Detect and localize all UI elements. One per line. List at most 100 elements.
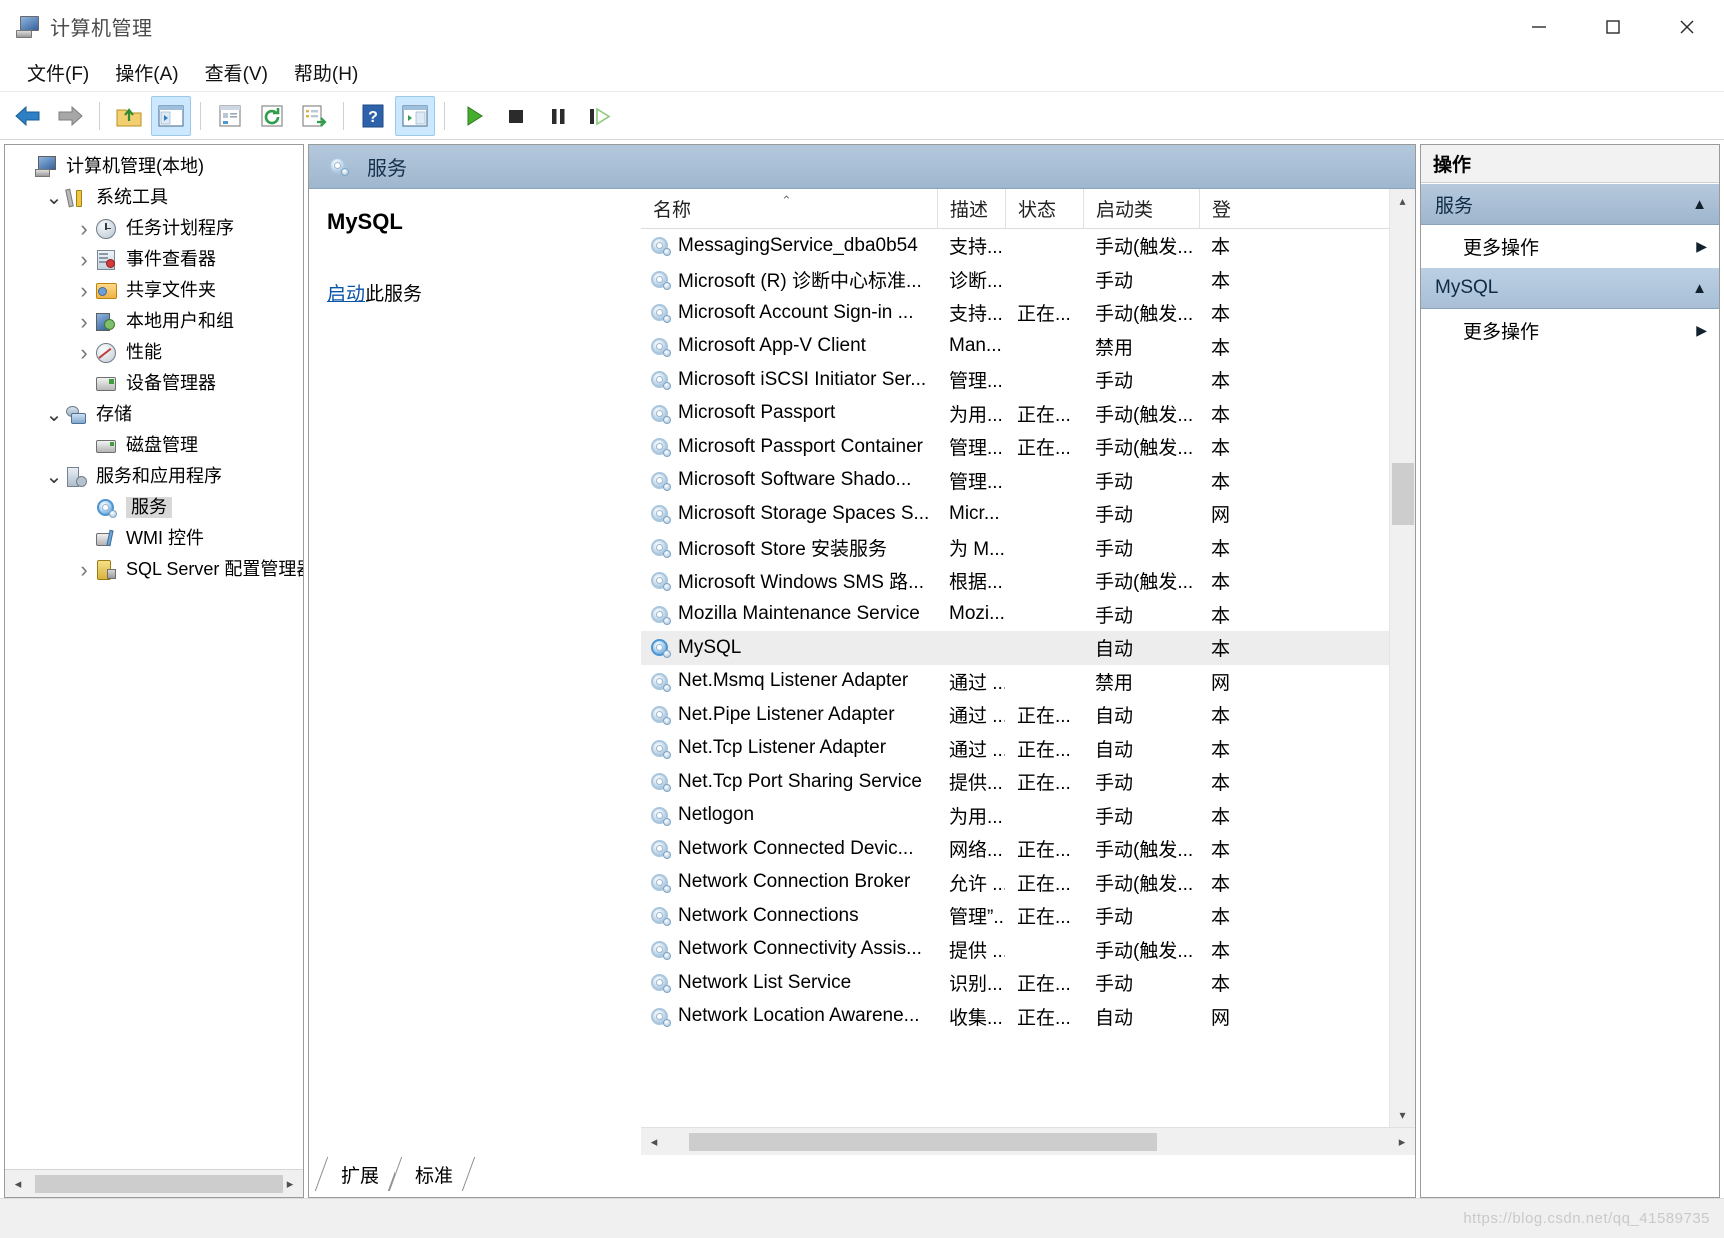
- tree-node-performance[interactable]: 性能: [5, 337, 303, 368]
- minimize-button[interactable]: [1502, 0, 1576, 54]
- chevron-up-icon[interactable]: ▲: [1692, 196, 1707, 213]
- service-row[interactable]: Network Connectivity Assis... 提供 ... 手动(触发…: [641, 933, 1389, 967]
- tree-node-event-viewer[interactable]: 事件查看器: [5, 244, 303, 275]
- tree-scroll-track[interactable]: [31, 1170, 283, 1197]
- chevron-down-icon[interactable]: [43, 472, 65, 482]
- export-list-button[interactable]: [294, 96, 334, 136]
- tab-extended[interactable]: 扩展: [321, 1157, 396, 1191]
- help-button[interactable]: ?: [353, 96, 393, 136]
- list-hscroll-track[interactable]: [667, 1129, 1389, 1155]
- service-row[interactable]: Microsoft App-V Client Man... 禁用 本: [641, 330, 1389, 364]
- tree-node-task-scheduler[interactable]: 任务计划程序: [5, 213, 303, 244]
- tree-node-computer-management[interactable]: 计算机管理(本地): [5, 151, 303, 182]
- services-list-horizontal-scrollbar[interactable]: ◂ ▸: [641, 1127, 1415, 1155]
- service-row[interactable]: Microsoft iSCSI Initiator Ser... 管理... 手动 本: [641, 363, 1389, 397]
- view-tabs[interactable]: 扩展 标准: [309, 1157, 1415, 1197]
- service-row[interactable]: Microsoft Windows SMS 路... 根据... 手动(触发... 本: [641, 564, 1389, 598]
- chevron-down-icon[interactable]: [43, 410, 65, 420]
- action-more-actions-services[interactable]: 更多操作 ▶: [1421, 225, 1719, 267]
- service-row[interactable]: Microsoft Store 安装服务 为 M... 手动 本: [641, 531, 1389, 565]
- tree-node-services-and-apps[interactable]: 服务和应用程序: [5, 461, 303, 492]
- chevron-right-icon[interactable]: [73, 309, 95, 335]
- tree-horizontal-scrollbar[interactable]: ◂ ▸: [5, 1169, 303, 1197]
- column-header-desc[interactable]: 描述: [937, 189, 1005, 228]
- tree-node-wmi-control[interactable]: WMI 控件: [5, 523, 303, 554]
- chevron-right-icon[interactable]: [73, 340, 95, 366]
- start-service-button[interactable]: [454, 96, 494, 136]
- chevron-up-icon[interactable]: ▲: [1692, 280, 1707, 297]
- service-row[interactable]: Microsoft Software Shado... 管理... 手动 本: [641, 464, 1389, 498]
- service-row[interactable]: Mozilla Maintenance Service Mozi... 手动 本: [641, 598, 1389, 632]
- chevron-right-icon[interactable]: [73, 278, 95, 304]
- forward-button[interactable]: [50, 96, 90, 136]
- menu-view[interactable]: 查看(V): [192, 56, 281, 89]
- service-row[interactable]: Network Connections 管理”... 正在... 手动 本: [641, 899, 1389, 933]
- console-tree[interactable]: 计算机管理(本地) 系统工具任务计划程序事件查看器共享文件夹本地用户和组性能设备管…: [5, 145, 303, 1169]
- service-row[interactable]: Netlogon 为用... 手动 本: [641, 799, 1389, 833]
- chevron-right-icon[interactable]: [73, 216, 95, 242]
- back-button[interactable]: [8, 96, 48, 136]
- list-hscroll-thumb[interactable]: [689, 1132, 1157, 1151]
- menu-help[interactable]: 帮助(H): [281, 56, 371, 89]
- column-header-state[interactable]: 状态: [1005, 189, 1083, 228]
- service-row[interactable]: Net.Msmq Listener Adapter 通过 ... 禁用 网: [641, 665, 1389, 699]
- service-row[interactable]: Net.Pipe Listener Adapter 通过 ... 正在... 自动 本: [641, 698, 1389, 732]
- service-row[interactable]: Microsoft Passport Container 管理... 正在... 手动…: [641, 430, 1389, 464]
- service-row[interactable]: Network Connected Devic... 网络... 正在... 手动(触…: [641, 832, 1389, 866]
- tree-node-shared-folders[interactable]: 共享文件夹: [5, 275, 303, 306]
- service-row[interactable]: Microsoft Account Sign-in ... 支持... 正在... 手…: [641, 296, 1389, 330]
- maximize-button[interactable]: [1576, 0, 1650, 54]
- list-hscroll-left-arrow[interactable]: ◂: [641, 1128, 667, 1155]
- list-scroll-down-arrow[interactable]: ▾: [1390, 1103, 1415, 1127]
- chevron-down-icon[interactable]: [43, 193, 65, 203]
- services-list-vertical-scrollbar[interactable]: ▴ ▾: [1389, 189, 1415, 1127]
- tree-node-local-users-groups[interactable]: 本地用户和组: [5, 306, 303, 337]
- tree-node-disk-management[interactable]: 磁盘管理: [5, 430, 303, 461]
- restart-service-button[interactable]: [580, 96, 620, 136]
- list-scroll-thumb[interactable]: [1392, 463, 1414, 525]
- service-row[interactable]: Network Location Awarene... 收集... 正在... 自动 网: [641, 1000, 1389, 1034]
- services-list-rows[interactable]: MessagingService_dba0b54 支持... 手动(触发... 本 Mi…: [641, 229, 1389, 1127]
- tab-standard[interactable]: 标准: [395, 1157, 470, 1191]
- chevron-right-icon[interactable]: [73, 247, 95, 273]
- list-scroll-track[interactable]: [1390, 213, 1415, 1103]
- tree-scroll-left-arrow[interactable]: ◂: [5, 1170, 31, 1197]
- up-folder-button[interactable]: [109, 96, 149, 136]
- service-row[interactable]: Microsoft Storage Spaces S... Micr... 手动 网: [641, 497, 1389, 531]
- chevron-right-icon[interactable]: [73, 557, 95, 583]
- tree-node-storage[interactable]: 存储: [5, 399, 303, 430]
- service-row[interactable]: MessagingService_dba0b54 支持... 手动(触发... 本: [641, 229, 1389, 263]
- start-service-link[interactable]: 启动: [327, 284, 365, 305]
- close-button[interactable]: [1650, 0, 1724, 54]
- menu-action[interactable]: 操作(A): [102, 56, 191, 89]
- service-row[interactable]: Net.Tcp Port Sharing Service 提供... 正在... 手动…: [641, 765, 1389, 799]
- service-row[interactable]: Network Connection Broker 允许 ... 正在... 手动(触…: [641, 866, 1389, 900]
- tree-scroll-thumb[interactable]: [35, 1174, 283, 1193]
- service-row[interactable]: MySQL 自动 本: [641, 631, 1389, 665]
- list-hscroll-right-arrow[interactable]: ▸: [1389, 1128, 1415, 1155]
- list-scroll-up-arrow[interactable]: ▴: [1390, 189, 1415, 213]
- menu-file[interactable]: 文件(F): [14, 56, 102, 89]
- service-row[interactable]: Microsoft Passport 为用... 正在... 手动(触发... 本: [641, 397, 1389, 431]
- pause-service-button[interactable]: [538, 96, 578, 136]
- service-name-cell: Microsoft (R) 诊断中心标准...: [641, 263, 937, 297]
- service-row[interactable]: Microsoft (R) 诊断中心标准... 诊断... 手动 本: [641, 263, 1389, 297]
- refresh-button[interactable]: [252, 96, 292, 136]
- column-header-start[interactable]: 启动类: [1083, 189, 1199, 228]
- show-action-pane-button[interactable]: [395, 95, 435, 136]
- stop-service-button[interactable]: [496, 96, 536, 136]
- service-startup-type-cell: 自动: [1095, 739, 1134, 761]
- tree-node-system-tools[interactable]: 系统工具: [5, 182, 303, 213]
- service-row[interactable]: Network List Service 识别... 正在... 手动 本: [641, 966, 1389, 1000]
- tree-node-services[interactable]: 服务: [5, 492, 303, 523]
- tree-node-device-manager[interactable]: 设备管理器: [5, 368, 303, 399]
- tree-node-sql-server-config[interactable]: SQL Server 配置管理器: [5, 554, 303, 585]
- service-row[interactable]: Net.Tcp Listener Adapter 通过 ... 正在... 自动 本: [641, 732, 1389, 766]
- action-group-services[interactable]: 服务 ▲: [1421, 183, 1719, 225]
- show-hide-console-tree-button[interactable]: [151, 95, 191, 136]
- properties-button[interactable]: [210, 96, 250, 136]
- services-list-header[interactable]: 名称 描述 状态 启动类登 ⌃: [641, 189, 1389, 229]
- action-more-actions-mysql[interactable]: 更多操作 ▶: [1421, 309, 1719, 351]
- action-group-mysql[interactable]: MySQL ▲: [1421, 267, 1719, 309]
- column-header-logon[interactable]: 登: [1199, 189, 1239, 228]
